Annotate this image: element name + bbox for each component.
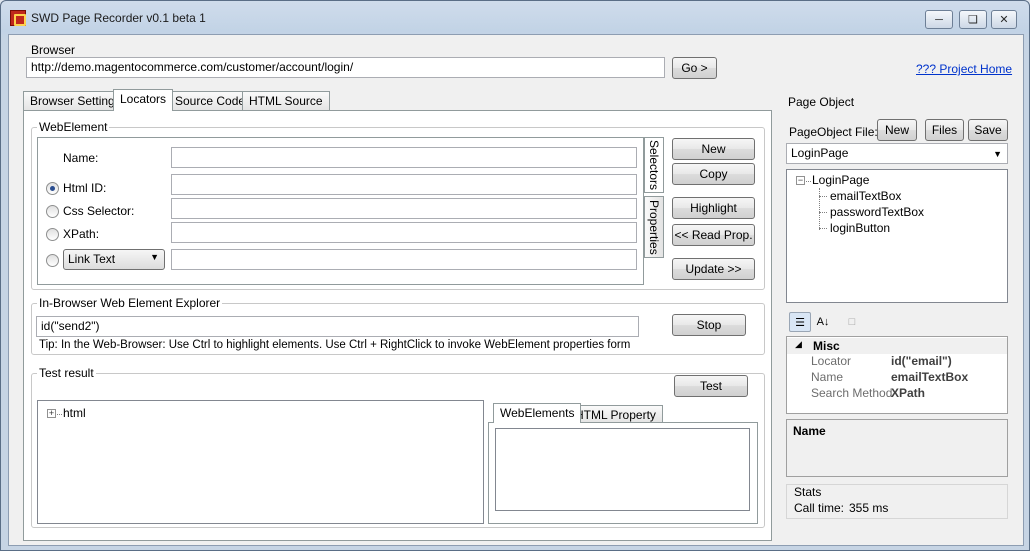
pageobject-select-value: LoginPage <box>791 146 849 160</box>
tab-properties[interactable]: Properties <box>644 196 664 258</box>
test-button[interactable]: Test <box>674 375 748 397</box>
stats-label: Stats <box>794 485 822 499</box>
project-home-link[interactable]: ??? Project Home <box>916 62 1012 76</box>
property-value: id("email") <box>891 354 952 368</box>
browser-group-label: Browser <box>31 43 76 57</box>
html-id-input[interactable] <box>171 174 637 195</box>
link-text-radio[interactable] <box>46 254 59 267</box>
tree-node-html[interactable]: html <box>63 406 86 420</box>
app-icon <box>10 10 26 26</box>
html-id-label: Html ID: <box>63 181 107 195</box>
restore-icon: ❏ <box>968 14 978 26</box>
test-result-tree[interactable]: + html <box>37 400 484 524</box>
go-button[interactable]: Go > <box>672 57 717 79</box>
property-category[interactable]: ◢ Misc <box>787 338 1007 354</box>
close-button[interactable]: ✕ <box>991 10 1017 29</box>
tab-html-property[interactable]: HTML Property <box>568 405 663 423</box>
expand-icon[interactable]: + <box>47 409 56 418</box>
property-pages-icon[interactable]: □ <box>841 312 863 332</box>
tree-node-password[interactable]: passwordTextBox <box>830 205 924 219</box>
property-key: Locator <box>811 354 852 368</box>
files-button[interactable]: Files <box>925 119 964 141</box>
minimize-icon: ─ <box>935 13 943 26</box>
link-text-input[interactable] <box>171 249 637 270</box>
html-id-radio[interactable] <box>46 182 59 195</box>
property-key: Name <box>811 370 844 384</box>
collapse-triangle-icon: ◢ <box>795 339 802 349</box>
xpath-label: XPath: <box>63 227 100 241</box>
pageobject-tree[interactable]: − LoginPage emailTextBox passwordTextBox… <box>786 169 1008 303</box>
stop-button[interactable]: Stop <box>672 314 746 336</box>
pageobject-select[interactable]: LoginPage ▼ <box>786 143 1008 164</box>
css-selector-label: Css Selector: <box>63 204 135 218</box>
url-input[interactable]: http://demo.magentocommerce.com/customer… <box>26 57 665 78</box>
tab-selectors-label: Selectors <box>647 139 661 191</box>
app-window: SWD Page Recorder v0.1 beta 1 ─ ❏ ✕ Brow… <box>0 0 1030 551</box>
save-button[interactable]: Save <box>968 119 1008 141</box>
search-method-dropdown[interactable]: Link Text ▼ <box>63 249 165 270</box>
close-icon: ✕ <box>999 14 1009 26</box>
tab-locators[interactable]: Locators <box>113 89 174 111</box>
tree-node-email[interactable]: emailTextBox <box>830 189 901 203</box>
css-selector-radio[interactable] <box>46 205 59 218</box>
page-object-group-label: Page Object <box>788 95 855 109</box>
tab-selectors[interactable]: Selectors <box>644 137 664 193</box>
read-prop-button[interactable]: << Read Prop. <box>672 224 755 246</box>
tab-source-code[interactable]: Source Code <box>168 91 253 111</box>
property-grid: ◢ Misc Locator id("email") Name emailTex… <box>786 336 1008 414</box>
property-row-search-method[interactable]: Search Method XPath <box>787 386 1007 402</box>
new-element-button[interactable]: New <box>672 138 755 160</box>
property-value: emailTextBox <box>891 370 969 384</box>
tab-html-source[interactable]: HTML Source <box>242 91 330 111</box>
property-description: Name <box>786 419 1008 477</box>
xpath-radio[interactable] <box>46 228 59 241</box>
highlight-button[interactable]: Highlight <box>672 197 755 219</box>
collapse-icon[interactable]: − <box>796 176 805 185</box>
tab-webelements[interactable]: WebElements <box>493 403 582 423</box>
update-button[interactable]: Update >> <box>672 258 755 280</box>
property-category-label: Misc <box>813 339 840 353</box>
categorized-view-icon[interactable]: ☰ <box>789 312 811 332</box>
sort-alphabetical-icon[interactable]: A↓ <box>812 312 834 332</box>
webelements-panel <box>488 422 758 524</box>
property-description-title: Name <box>793 424 826 438</box>
tree-node-login-button[interactable]: loginButton <box>830 221 890 235</box>
window-title: SWD Page Recorder v0.1 beta 1 <box>31 11 206 25</box>
property-row-locator[interactable]: Locator id("email") <box>787 354 1007 370</box>
xpath-input[interactable] <box>171 222 637 243</box>
client-area: Browser http://demo.magentocommerce.com/… <box>8 34 1024 546</box>
maximize-button[interactable]: ❏ <box>959 10 987 29</box>
minimize-button[interactable]: ─ <box>925 10 953 29</box>
name-label: Name: <box>63 151 99 165</box>
explorer-group-label: In-Browser Web Element Explorer <box>37 296 223 310</box>
property-value: XPath <box>891 386 926 400</box>
chevron-down-icon: ▼ <box>993 149 1002 159</box>
webelement-group-label: WebElement <box>37 120 110 134</box>
tab-browser-settings[interactable]: Browser Settings <box>23 91 128 111</box>
test-result-group-label: Test result <box>37 366 96 380</box>
webelements-list[interactable] <box>495 428 750 511</box>
call-time-label: Call time: <box>794 501 845 515</box>
search-method-value: Link Text <box>68 252 116 266</box>
explorer-locator-input[interactable]: id("send2") <box>36 316 639 337</box>
name-input[interactable] <box>171 147 637 168</box>
property-key: Search Method <box>811 386 893 400</box>
chevron-down-icon: ▼ <box>150 252 159 262</box>
css-selector-input[interactable] <box>171 198 637 219</box>
pageobject-file-label: PageObject File: <box>789 125 878 139</box>
explorer-tip: Tip: In the Web-Browser: Use Ctrl to hig… <box>39 339 631 351</box>
title-bar: SWD Page Recorder v0.1 beta 1 ─ ❏ ✕ <box>1 1 1029 35</box>
copy-element-button[interactable]: Copy <box>672 163 755 185</box>
new-pageobject-button[interactable]: New <box>877 119 917 141</box>
call-time-value: 355 ms <box>849 501 889 515</box>
tab-properties-label: Properties <box>647 199 661 255</box>
tree-node-loginpage[interactable]: LoginPage <box>812 173 869 187</box>
property-row-name[interactable]: Name emailTextBox <box>787 370 1007 386</box>
